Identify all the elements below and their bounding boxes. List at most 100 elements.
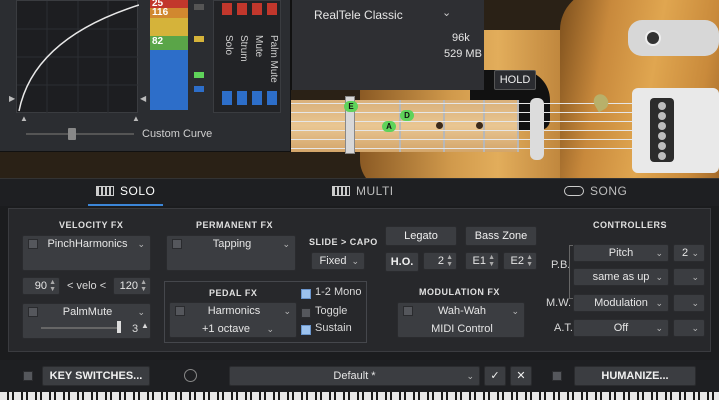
curve-svg [17, 1, 139, 114]
modulation-fx-box[interactable]: Wah-Wah MIDI Control ⌄ [397, 302, 525, 338]
mute-indicator[interactable] [252, 3, 262, 15]
fret-note[interactable]: E [344, 101, 358, 112]
velocity-fx-effect1-box[interactable]: PinchHarmonics ⌄ [22, 235, 151, 271]
key-switches-checkbox[interactable] [23, 371, 33, 381]
palm-mute-slider-knob[interactable] [117, 321, 121, 333]
curve-slider-knob[interactable] [68, 128, 76, 140]
tab-solo-label: SOLO [120, 184, 156, 198]
curve-arrow-bottom-right[interactable]: ▲ [132, 114, 140, 123]
spin-icon[interactable]: ▲ ▼ [140, 279, 147, 293]
palm-mute-indicator[interactable] [267, 3, 277, 15]
volume-knob[interactable] [645, 30, 661, 46]
mod-wheel-target[interactable]: Modulation ⌄ [573, 294, 669, 312]
mod-wheel-option[interactable]: ⌄ [673, 294, 705, 312]
solo-settings-panel: VELOCITY FX PinchHarmonics ⌄ 90 ▲ ▼ < velo… [8, 208, 711, 352]
tab-solo[interactable]: SOLO [96, 184, 155, 198]
chevron-down-icon[interactable]: ⌄ [266, 321, 274, 338]
pedal-fx-effect: Harmonics [207, 305, 261, 317]
fret-note[interactable]: A [382, 121, 396, 132]
velo-low-input[interactable]: 90 ▲ ▼ [22, 277, 60, 295]
toggle-label: Toggle [315, 305, 348, 317]
bass-zone-high-input[interactable]: E2 ▲ ▼ [503, 252, 537, 270]
humanize-checkbox[interactable] [552, 371, 562, 381]
custom-curve-label: Custom Curve [142, 128, 213, 140]
permanent-fx-box[interactable]: Tapping ⌄ [166, 235, 296, 271]
strum-toggle[interactable] [237, 91, 247, 105]
palm-mute-label: Palm Mute [268, 35, 279, 83]
song-icon [564, 186, 584, 196]
bass-zone-low-input[interactable]: E1 ▲ ▼ [465, 252, 499, 270]
bridge-plate [632, 88, 719, 173]
modulation-fx-title: MODULATION FX [419, 287, 500, 297]
curve-arrow-right[interactable]: ◀ [140, 94, 146, 103]
pitch-bend-release-value: same as up [592, 271, 650, 283]
fret [483, 100, 485, 152]
lock-icon[interactable] [184, 369, 197, 382]
mute-label: Mute [253, 35, 264, 58]
aftertouch-target[interactable]: Off ⌄ [573, 319, 669, 337]
modulation-fx-checkbox[interactable] [403, 306, 413, 316]
hammer-on-input[interactable]: 2 ▲ ▼ [423, 252, 457, 270]
humanize-button[interactable]: HUMANIZE... [574, 366, 696, 386]
spin-icon[interactable]: ▲ ▼ [446, 254, 453, 268]
permanent-fx-checkbox[interactable] [172, 239, 182, 249]
strum-indicator[interactable] [237, 3, 247, 15]
curve-arrow-left[interactable]: ▶ [9, 94, 15, 103]
key-switches-button[interactable]: KEY SWITCHES... [42, 366, 150, 386]
tab-multi[interactable]: MULTI [332, 184, 394, 198]
keyswitch-preset-value: Default * [333, 370, 376, 382]
solo-indicator[interactable] [222, 3, 232, 15]
mute-toggle[interactable] [252, 91, 262, 105]
toggle-checkbox[interactable] [301, 308, 311, 318]
sustain-checkbox[interactable] [301, 325, 311, 335]
keyboard-strip[interactable] [0, 392, 719, 400]
pitch-bend-target[interactable]: Pitch ⌄ [573, 244, 669, 262]
preset-name[interactable]: RealTele Classic [314, 8, 403, 22]
pitch-bend-range[interactable]: 2 ⌄ [673, 244, 705, 262]
close-icon[interactable]: ✕ [510, 366, 532, 386]
sample-rate: 96k [452, 32, 470, 44]
pitch-bend-range-value: 2 [681, 247, 689, 259]
curve-graph[interactable] [16, 0, 139, 114]
solo-toggle[interactable] [222, 91, 232, 105]
pole-piece [658, 122, 666, 130]
velocity-fx-effect2: PalmMute [62, 306, 113, 318]
hammer-on-button[interactable]: H.O. [385, 252, 419, 272]
hold-button[interactable]: HOLD [494, 70, 536, 90]
preset-panel: RealTele Classic ⌄ 96k 529 MB [291, 0, 484, 90]
pitch-bend-label: P.B. [551, 259, 571, 271]
velo-high-input[interactable]: 120 ▲ ▼ [113, 277, 151, 295]
pitch-bend-release[interactable]: same as up ⌄ [573, 268, 669, 286]
bass-zone-button[interactable]: Bass Zone [465, 226, 537, 246]
pitch-bend-release-range[interactable]: ⌄ [673, 268, 705, 286]
spin-icon[interactable]: ▲ ▼ [488, 254, 495, 268]
legato-button[interactable]: Legato [385, 226, 457, 246]
curve-arrow-bottom-left[interactable]: ▲ [20, 114, 28, 123]
control-plate [628, 20, 719, 56]
slide-capo-select[interactable]: Fixed ⌄ [311, 252, 365, 270]
fret-note[interactable]: D [400, 110, 414, 121]
pedal-fx-interval: +1 octave [201, 323, 250, 335]
velocity-fx-effect1-checkbox[interactable] [28, 239, 38, 249]
spin-icon[interactable]: ▲ [141, 321, 149, 330]
pedal-fx-checkbox[interactable] [175, 306, 185, 316]
modulation-fx-effect: Wah-Wah [437, 305, 487, 317]
articulation-controls: Solo Strum Mute Palm Mute [213, 0, 281, 113]
spin-icon[interactable]: ▲ ▼ [526, 254, 533, 268]
aftertouch-label: A.T. [554, 322, 573, 334]
keyswitch-preset-select[interactable]: Default * ⌄ [229, 366, 480, 386]
fret-marker [476, 122, 483, 129]
tab-song[interactable]: SONG [564, 184, 627, 198]
velocity-fx-effect2-checkbox[interactable] [28, 307, 38, 317]
pole-piece [658, 152, 666, 160]
mono-checkbox[interactable] [301, 289, 311, 299]
pedal-fx-box[interactable]: Harmonics +1 octave ⌄ ⌄ [169, 302, 297, 338]
spin-icon[interactable]: ▲ ▼ [49, 279, 56, 293]
meter-value: 82 [152, 36, 164, 47]
chevron-down-icon[interactable]: ⌄ [442, 6, 451, 19]
check-icon[interactable]: ✓ [484, 366, 506, 386]
active-tab-indicator [88, 204, 163, 206]
aftertouch-option[interactable]: ⌄ [673, 319, 705, 337]
palm-mute-toggle[interactable] [267, 91, 277, 105]
permanent-fx-title: PERMANENT FX [196, 220, 274, 230]
